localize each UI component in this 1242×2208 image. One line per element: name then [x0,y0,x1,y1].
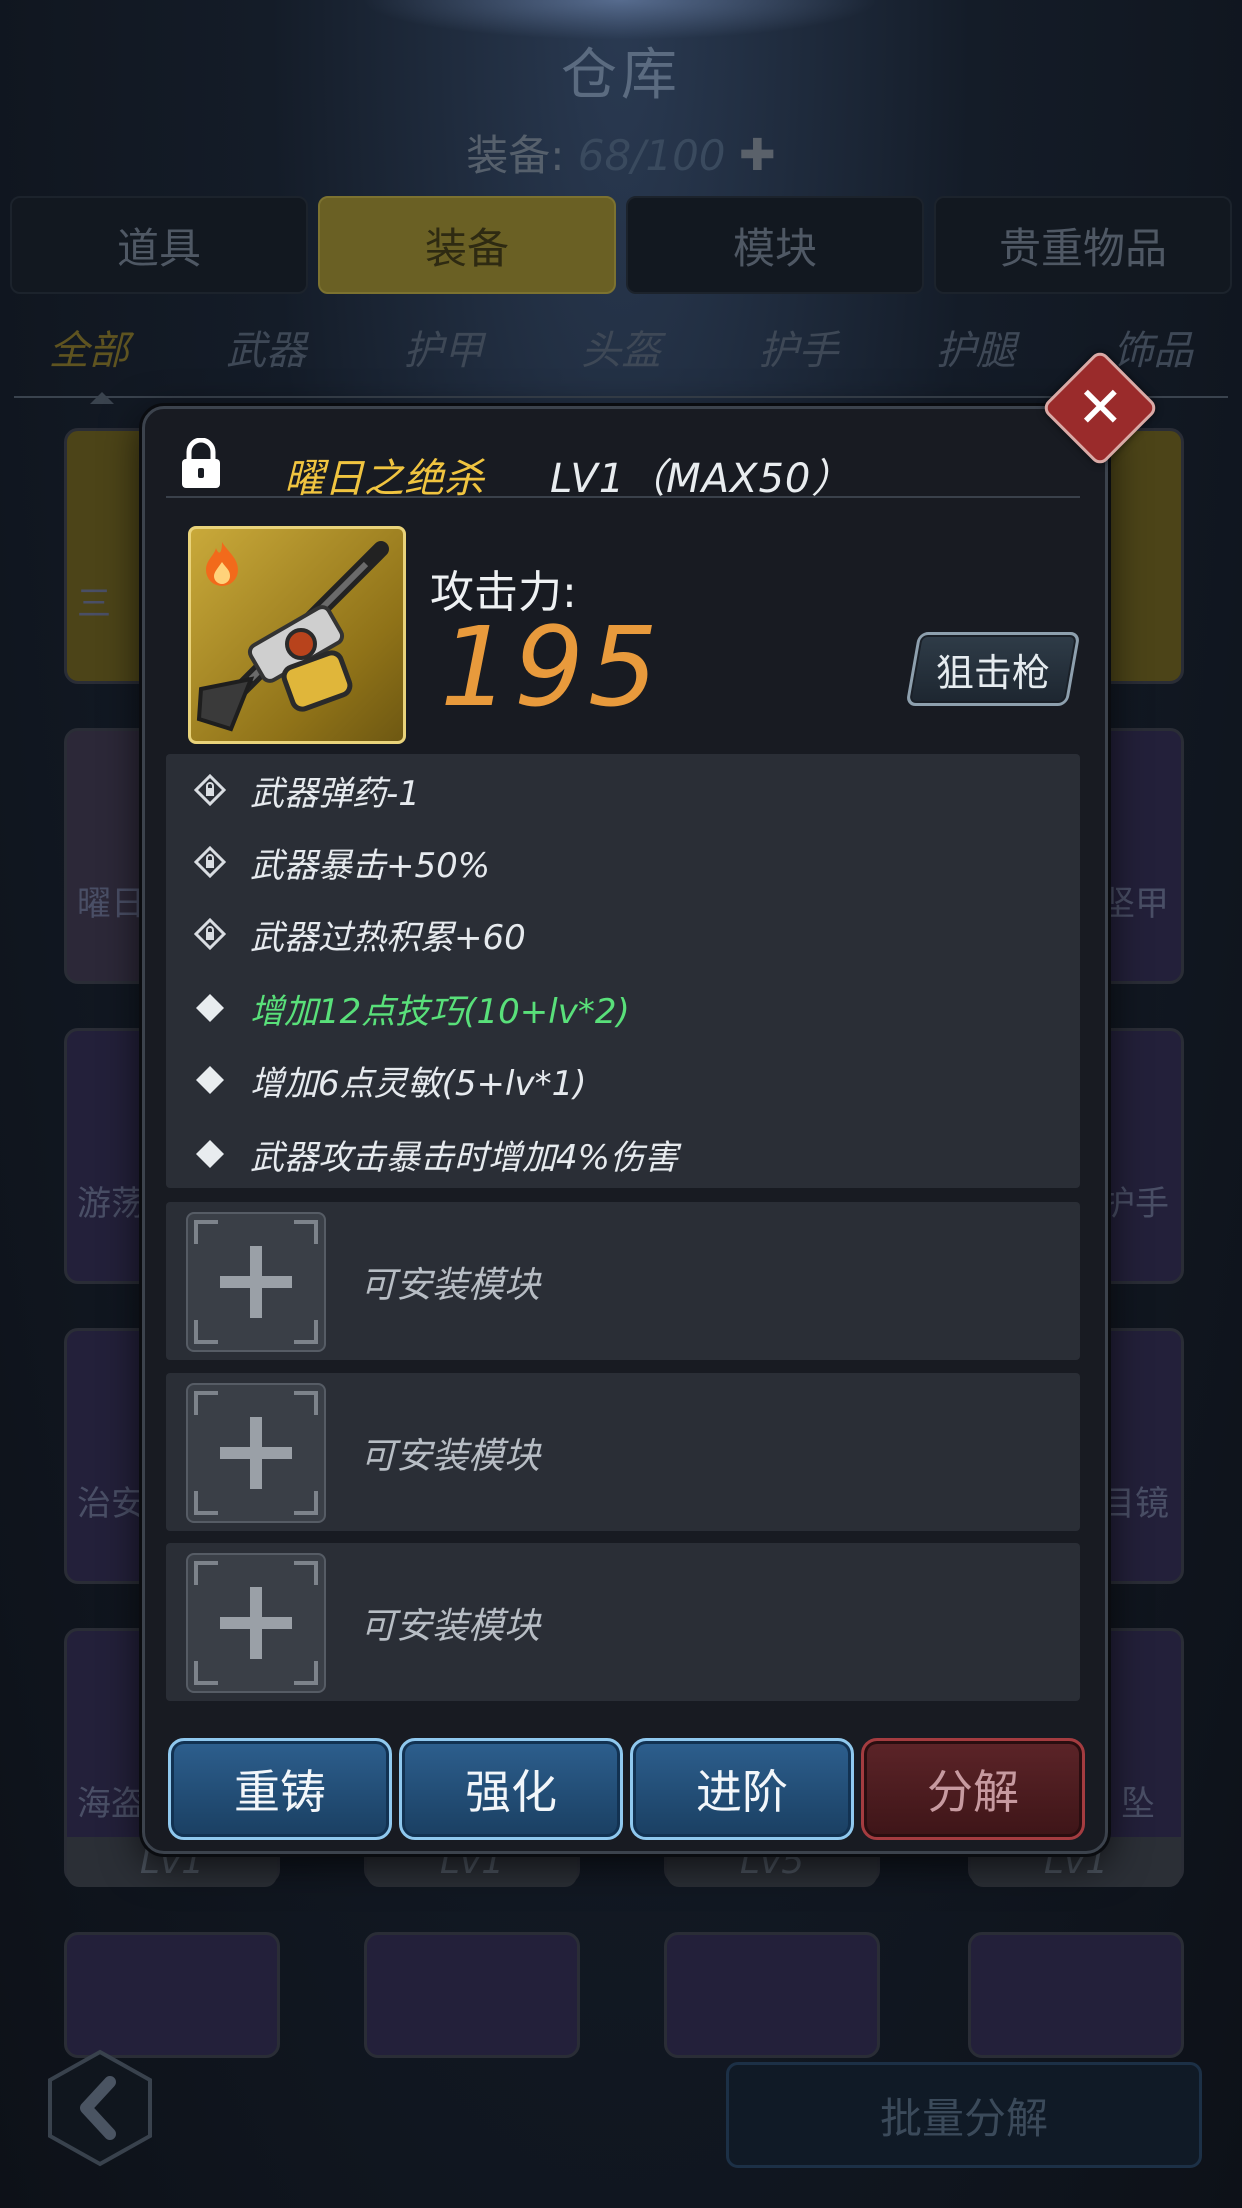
card-name: 海盗 [77,1784,145,1824]
capacity-label: 装备: [466,131,565,180]
recast-button[interactable]: 重铸 [168,1738,392,1840]
batch-disassemble-button[interactable]: 批量分解 [726,2062,1202,2168]
close-icon: ✕ [1076,374,1124,440]
attribute-text: 武器弹药-1 [250,773,420,814]
diamond-icon [194,992,226,1024]
attribute-row: 武器攻击暴击时增加4%伤害 [194,1124,678,1184]
filter-all[interactable]: 全部 [49,318,129,378]
tab-equipment[interactable]: 装备 [318,196,616,294]
add-module-button[interactable] [186,1553,326,1693]
attribute-row: 武器过热积累+60 [194,904,526,964]
plus-icon [194,1391,318,1515]
card-name: 三 [77,584,111,624]
inventory-card[interactable] [364,1932,580,2058]
disassemble-button[interactable]: 分解 [861,1738,1085,1840]
attribute-row: 武器暴击+50% [194,832,490,892]
lock-icon[interactable] [180,438,222,490]
filter-armor[interactable]: 护甲 [404,318,484,378]
attribute-row: 武器弹药-1 [194,760,420,820]
module-slot[interactable]: 可安装模块 [166,1202,1080,1360]
tab-valuables[interactable]: 贵重物品 [934,196,1232,294]
card-name: 坠 [1121,1784,1155,1824]
locked-diamond-icon [194,774,226,806]
attribute-text: 增加6点灵敏(5+lv*1) [250,1063,587,1104]
add-module-button[interactable] [186,1383,326,1523]
fire-icon [206,542,238,586]
locked-diamond-icon [194,846,226,878]
plus-icon [194,1561,318,1685]
module-slot[interactable]: 可安装模块 [166,1543,1080,1701]
filter-indicator [90,392,114,404]
back-arrow-icon[interactable] [44,2048,156,2168]
weapon-type-label: 狙击枪 [935,650,1050,695]
tab-modules[interactable]: 模块 [626,196,924,294]
card-name: 游荡 [77,1184,145,1224]
filter-accessory[interactable]: 饰品 [1113,318,1193,378]
locked-diamond-icon [194,918,226,950]
filter-helmet[interactable]: 头盔 [581,318,661,378]
filter-weapon[interactable]: 武器 [226,318,306,378]
attribute-text: 武器攻击暴击时增加4%伤害 [250,1137,678,1178]
attribute-text: 武器过热积累+60 [250,917,526,958]
filter-legs[interactable]: 护腿 [936,318,1016,378]
category-tabs: 道具 装备 模块 贵重物品 [10,196,1232,294]
module-slot[interactable]: 可安装模块 [166,1373,1080,1531]
card-name: 曜日 [77,884,145,924]
module-slot-label: 可安装模块 [360,1606,541,1647]
attribute-row: 增加6点灵敏(5+lv*1) [194,1050,586,1110]
header-divider [166,496,1080,498]
card-name: 治安 [77,1484,145,1524]
attack-value: 195 [440,603,662,731]
weapon-type-badge: 狙击枪 [905,632,1081,706]
inventory-card[interactable] [664,1932,880,2058]
filter-bar: 全部 武器 护甲 头盔 护手 护腿 饰品 [0,318,1242,378]
diamond-icon [194,1064,226,1096]
attribute-text: 武器暴击+50% [250,845,491,886]
module-slot-label: 可安装模块 [360,1436,541,1477]
card-name: 目镜 [1101,1484,1169,1524]
card-name: 坚甲 [1101,884,1169,924]
plus-icon [194,1220,318,1344]
filter-gloves[interactable]: 护手 [758,318,838,378]
equipment-capacity: 装备: 68/100 ✚ [0,122,1242,183]
attribute-text: 增加12点技巧(10+lv*2) [250,991,630,1032]
card-name: 护手 [1101,1184,1169,1224]
page-title: 仓库 [561,43,681,108]
capacity-value: 68/100 [577,131,726,180]
tab-items[interactable]: 道具 [10,196,308,294]
advance-button[interactable]: 进阶 [630,1738,854,1840]
cross-icon[interactable]: ✚ [739,130,776,181]
enhance-button[interactable]: 强化 [399,1738,623,1840]
add-module-button[interactable] [186,1212,326,1352]
inventory-card[interactable] [968,1932,1184,2058]
module-slot-label: 可安装模块 [360,1265,541,1306]
attribute-row: 增加12点技巧(10+lv*2) [194,978,630,1038]
filter-divider [14,396,1228,398]
diamond-icon [194,1138,226,1170]
inventory-card[interactable] [64,1932,280,2058]
